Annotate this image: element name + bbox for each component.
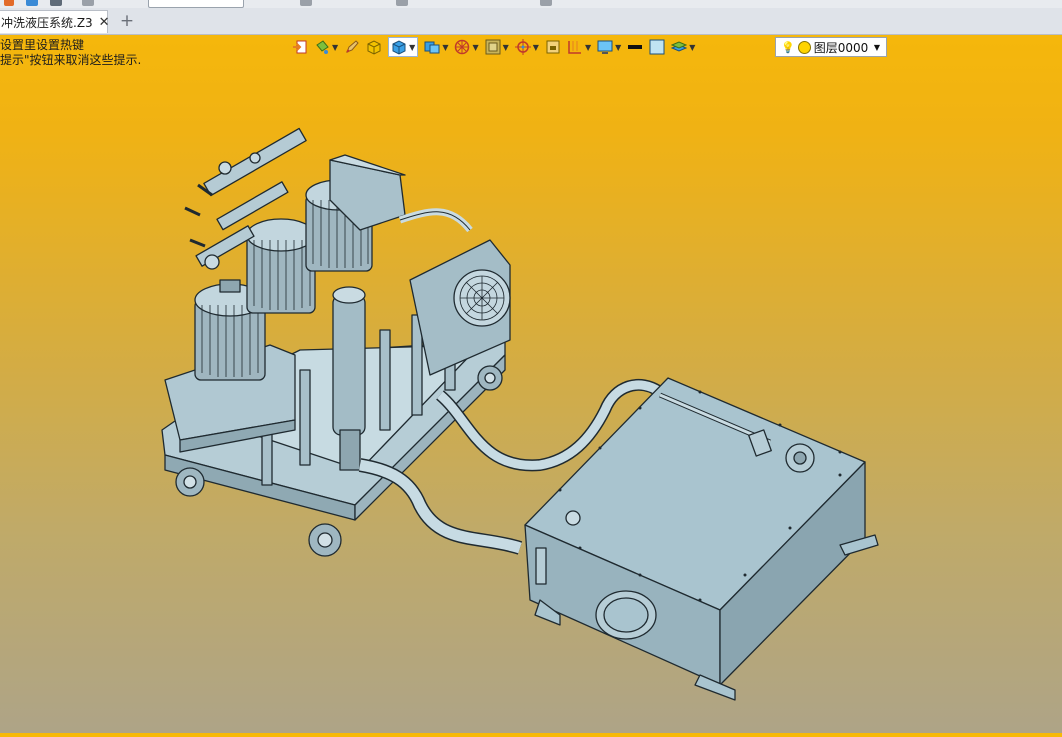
chevron-down-icon[interactable]: ▼ [533,43,539,52]
render-icon [424,39,440,55]
frame-icon [545,39,561,55]
chevron-down-icon[interactable]: ▼ [503,43,509,52]
snap-icon[interactable] [396,0,408,6]
undo-icon[interactable] [82,0,94,6]
chevron-down-icon[interactable]: ▼ [472,43,478,52]
target-button[interactable]: ▼ [514,37,539,57]
chevron-down-icon[interactable]: ▼ [409,43,415,52]
tab-document[interactable]: 冲洗液压系统.Z3 ✕ [0,10,110,33]
hydraulic-model[interactable] [0,60,1062,733]
texture-icon [485,39,501,55]
import-icon [292,39,308,55]
render-button[interactable]: ▼ [424,37,448,57]
import-button[interactable] [292,37,308,57]
fill-color-button[interactable] [649,37,665,57]
wheel-icon [454,39,470,55]
3d-viewport[interactable] [0,60,1062,733]
layer-selector[interactable]: 💡 图层0000 ▼ [775,37,887,57]
chevron-down-icon[interactable]: ▼ [615,43,621,52]
line-color-icon [627,39,643,55]
texture-button[interactable]: ▼ [485,37,509,57]
close-icon[interactable]: ✕ [99,15,110,30]
target-icon [514,39,531,55]
dimension-button[interactable]: ▼ [567,37,591,57]
paint-bucket-icon [314,39,330,55]
wheel-button[interactable]: ▼ [454,37,479,57]
redo-icon[interactable] [300,0,312,6]
pencil-icon [344,39,360,55]
dimension-icon [567,39,583,55]
print-icon[interactable] [50,0,62,6]
layer-color-icon[interactable] [797,40,811,54]
new-tab-button[interactable]: + [118,12,136,30]
chevron-down-icon[interactable]: ▼ [442,43,448,52]
monitor-icon [597,39,613,55]
solid-button[interactable] [366,37,382,57]
layer-stack-button[interactable]: ▼ [670,37,695,57]
save-icon[interactable] [26,0,38,6]
app-icon[interactable] [4,0,14,6]
chevron-down-icon[interactable]: ▼ [585,43,591,52]
hint-line-1: 设置里设置热键 [0,38,85,52]
chevron-down-icon[interactable]: ▼ [689,43,695,52]
lightbulb-icon[interactable]: 💡 [781,41,795,54]
line-color-button[interactable] [627,37,643,57]
box-icon [366,39,382,55]
chevron-down-icon[interactable]: ▼ [874,43,880,52]
paint-button[interactable]: ▼ [314,37,338,57]
layer-stack-icon [670,39,688,55]
frame-button[interactable] [545,37,561,57]
display-mode-button[interactable]: ▼ [388,37,419,57]
document-tab-bar: 冲洗液压系统.Z3 ✕ + [0,8,1062,35]
filter-combo[interactable] [148,0,244,8]
chevron-down-icon[interactable]: ▼ [332,43,338,52]
layer-name: 图层0000 [813,40,869,55]
sketch-button[interactable] [344,37,360,57]
monitor-button[interactable]: ▼ [597,37,621,57]
fill-color-icon [649,39,665,55]
settings-icon[interactable] [540,0,552,6]
tab-document-label: 冲洗液压系统.Z3 [1,15,93,30]
display-mode-icon [391,39,407,55]
